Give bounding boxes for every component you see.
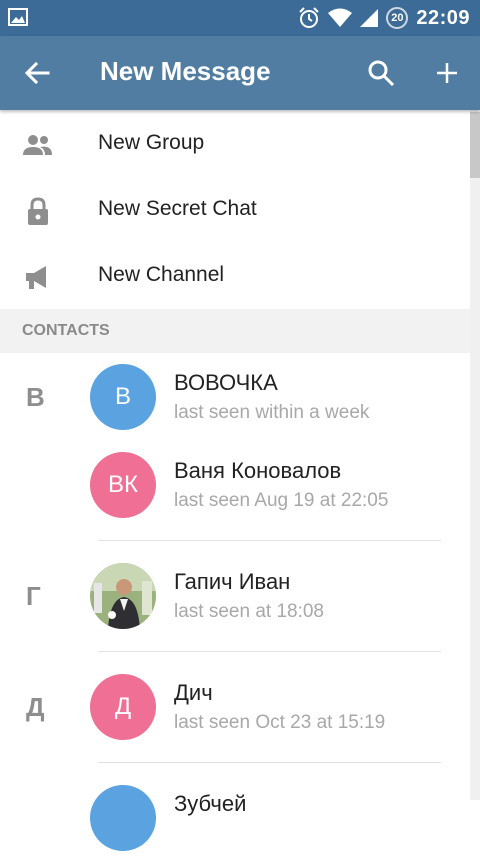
lock-icon [28, 197, 48, 225]
divider [98, 762, 441, 763]
contact-status: last seen within a week [174, 402, 370, 423]
alarm-icon [299, 7, 320, 28]
divider [98, 651, 441, 652]
new-group-item[interactable]: New Group [0, 111, 470, 177]
contact-status: last seen Oct 23 at 15:19 [174, 712, 386, 733]
contact-name: Ваня Коновалов [174, 458, 342, 483]
contact-name: Дич [174, 680, 213, 705]
index-letter: Г [26, 581, 41, 611]
clock-time: 22:09 [416, 6, 470, 29]
contact-name: Зубчей [174, 791, 247, 816]
contact-row[interactable]: Гапич Иван last seen at 18:08 [88, 563, 468, 643]
page-title: New Message [100, 56, 271, 86]
plus-icon[interactable] [432, 58, 462, 88]
avatar: В [90, 364, 156, 430]
divider [98, 540, 441, 541]
scrollbar-thumb[interactable] [470, 112, 480, 178]
new-channel-label: New Channel [98, 263, 225, 286]
group-icon [23, 135, 52, 155]
status-bar: 20 22:09 [0, 0, 480, 36]
contact-row[interactable]: Д Дич last seen Oct 23 at 15:19 [88, 674, 468, 754]
new-secret-chat-label: New Secret Chat [98, 197, 257, 220]
gallery-icon [8, 8, 28, 26]
avatar: Д [90, 674, 156, 740]
back-arrow-icon[interactable] [22, 58, 52, 88]
new-secret-chat-item[interactable]: New Secret Chat [0, 177, 470, 243]
avatar-initials: В [114, 383, 131, 410]
megaphone-icon [26, 266, 46, 289]
battery-icon: 20 [386, 7, 409, 29]
contacts-header-label: CONTACTS [22, 322, 110, 339]
contact-status: last seen at 18:08 [174, 601, 324, 622]
avatar: ВК [90, 452, 156, 518]
avatar-photo [90, 563, 156, 629]
scrollbar-track[interactable] [470, 110, 480, 800]
wifi-icon [328, 8, 353, 27]
index-letter: Д [26, 692, 45, 722]
signal-icon [360, 9, 379, 27]
new-channel-item[interactable]: New Channel [0, 243, 470, 309]
avatar-initials: ВК [108, 471, 138, 498]
app-bar: New Message [0, 36, 480, 110]
battery-level: 20 [391, 12, 404, 24]
search-icon[interactable] [366, 58, 396, 88]
contacts-section-header: CONTACTS [0, 309, 470, 353]
avatar [90, 785, 156, 851]
contact-row[interactable]: В ВОВОЧКА last seen within a week [88, 364, 468, 444]
avatar-initials: Д [114, 693, 132, 720]
contact-name: ВОВОЧКА [174, 370, 278, 395]
contact-row[interactable]: Зубчей [88, 785, 468, 865]
contact-row[interactable]: ВК Ваня Коновалов last seen Aug 19 at 22… [88, 452, 468, 532]
contact-status: last seen Aug 19 at 22:05 [174, 490, 389, 511]
new-group-label: New Group [98, 131, 205, 154]
index-letter: В [26, 382, 45, 412]
contact-name: Гапич Иван [174, 569, 291, 594]
